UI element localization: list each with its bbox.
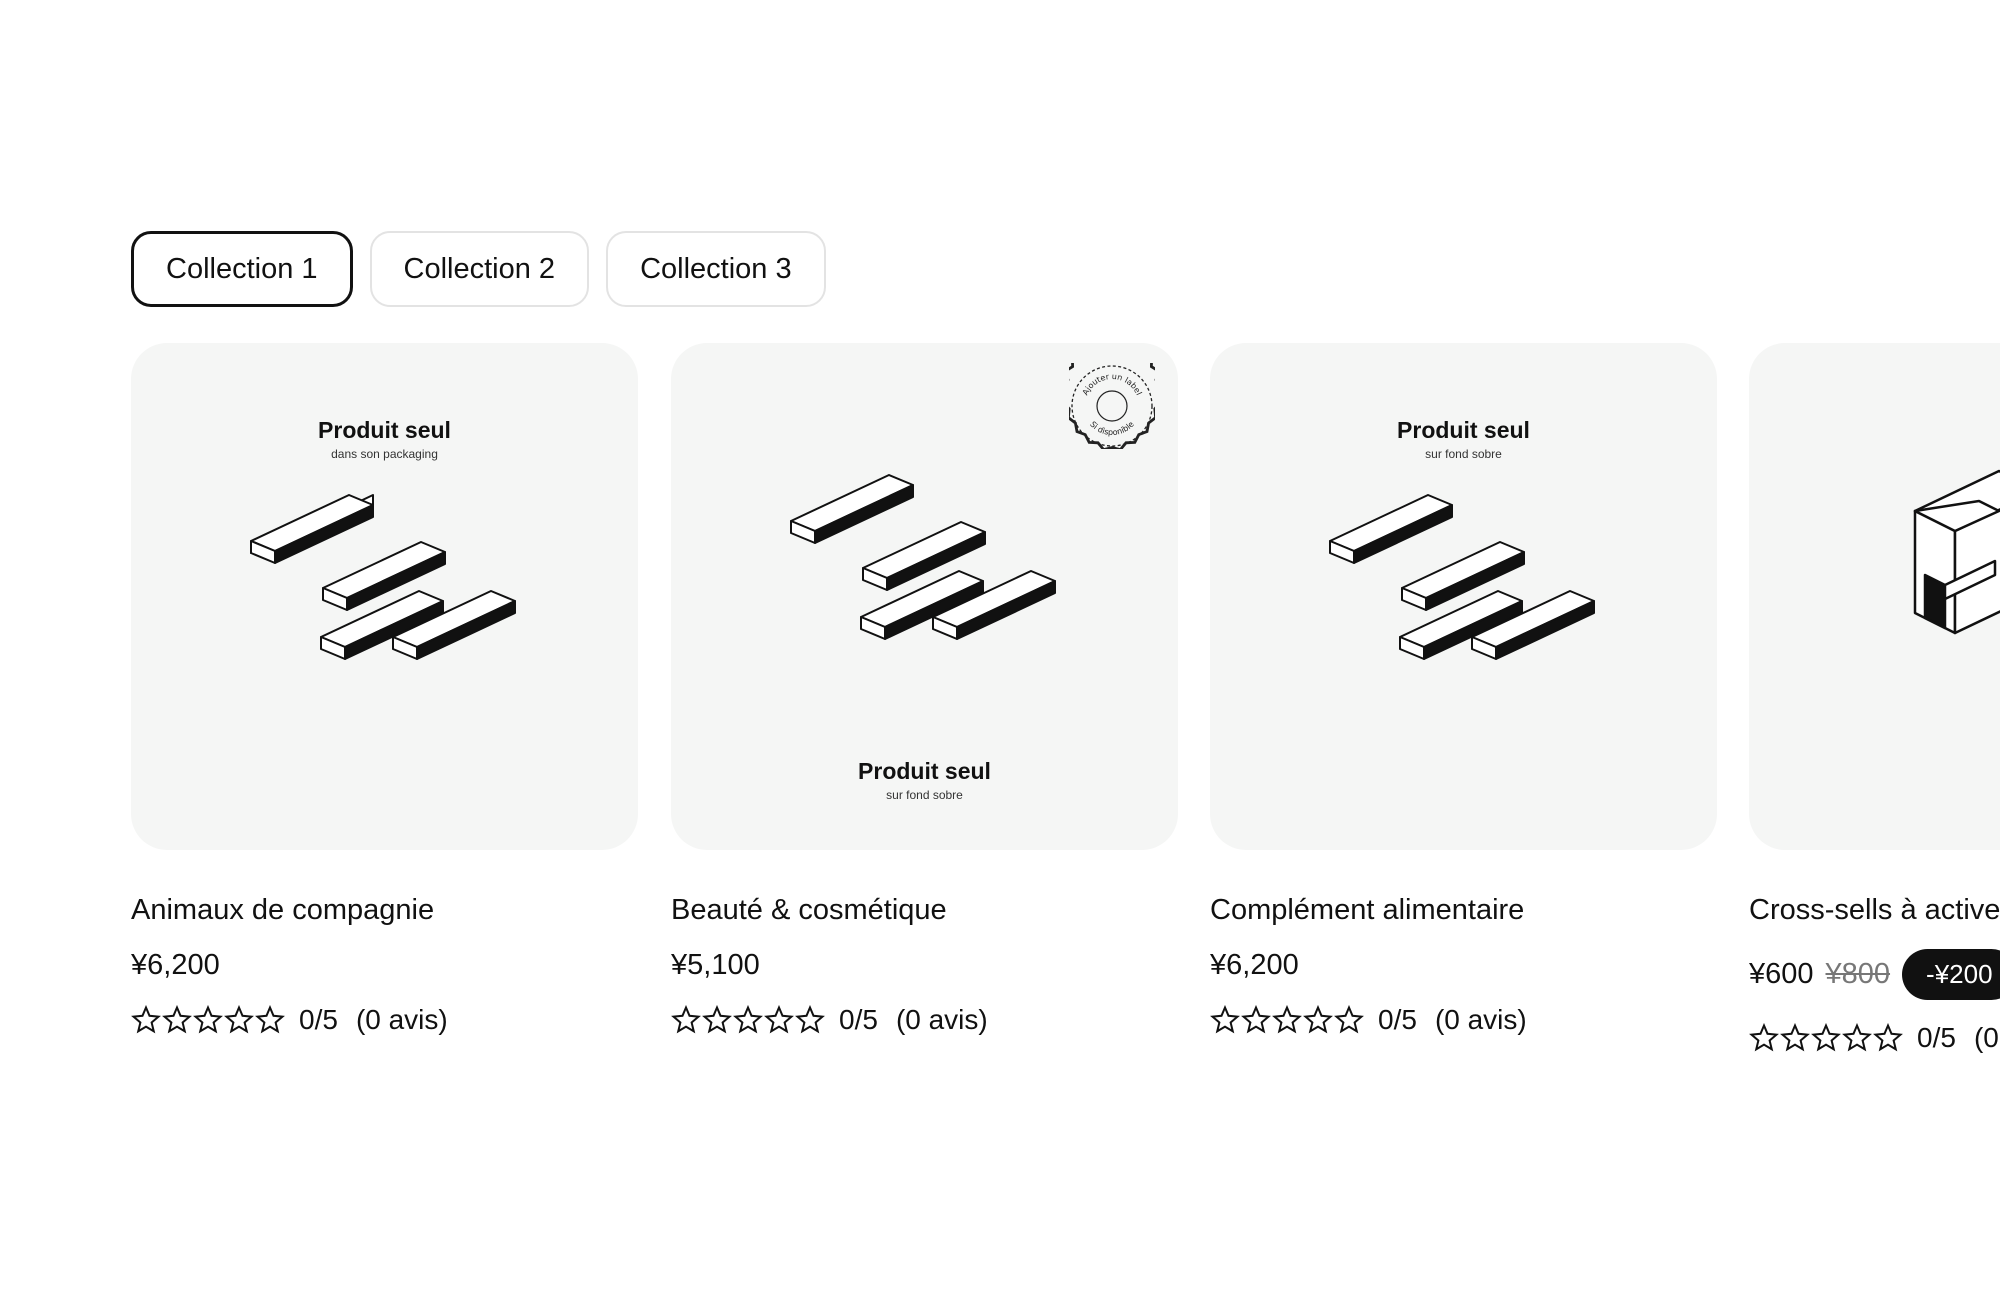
review-count: (0 avis)	[355, 1004, 448, 1035]
price-row: ¥600 ¥800 -¥200	[1749, 949, 2000, 1000]
product-card-animaux[interactable]: Produit seul dans son packaging Animaux …	[131, 343, 638, 1036]
discount-badge: -¥200	[1902, 949, 2000, 1000]
star-outline-icon	[1749, 1023, 1779, 1052]
rating-value: 0/5	[839, 1004, 878, 1035]
rating-stars	[1749, 1023, 1903, 1053]
product-image[interactable]: Produit seul sur fond sobre	[1210, 343, 1717, 850]
product-price: ¥6,200	[1210, 949, 1299, 981]
star-outline-icon	[795, 1005, 825, 1034]
product-collection-section: Collection 1 Collection 2 Collection 3 P…	[0, 0, 2000, 1300]
star-outline-icon	[1780, 1023, 1810, 1052]
product-title[interactable]: Animaux de compagnie	[131, 894, 638, 927]
product-card-complement[interactable]: Produit seul sur fond sobre Complément a…	[1210, 343, 1717, 1036]
star-outline-icon	[1873, 1023, 1903, 1052]
tab-collection-2[interactable]: Collection 2	[369, 231, 590, 307]
star-outline-icon	[255, 1005, 285, 1034]
product-price: ¥5,100	[671, 949, 760, 981]
price-row: ¥6,200	[131, 949, 638, 982]
price-row: ¥6,200	[1210, 949, 1717, 982]
product-bars-illustration	[1329, 494, 1595, 660]
tab-collection-1[interactable]: Collection 1	[131, 231, 353, 307]
review-count: (0 avis)	[895, 1004, 988, 1035]
product-card-beaute[interactable]: Ajouter un label Si disponible Produit s…	[671, 343, 1178, 1036]
product-sale-price: ¥600	[1749, 958, 1814, 990]
product-title[interactable]: Complément alimentaire	[1210, 894, 1717, 927]
rating-value: 0/5	[299, 1004, 338, 1035]
review-count: (0 avis)	[1434, 1004, 1527, 1035]
star-outline-icon	[702, 1005, 732, 1034]
rating-row: 0/5 (0 avis)	[1749, 1022, 2000, 1054]
image-caption-title: Produit seul	[858, 758, 991, 784]
price-row: ¥5,100	[671, 949, 1178, 982]
review-count: (0 avis)	[1973, 1022, 2000, 1053]
product-title[interactable]: Beauté & cosmétique	[671, 894, 1178, 927]
product-price: ¥6,200	[131, 949, 220, 981]
product-box-illustration	[1913, 469, 2000, 635]
star-outline-icon	[1303, 1005, 1333, 1034]
star-outline-icon	[671, 1005, 701, 1034]
tab-collection-3[interactable]: Collection 3	[606, 231, 826, 307]
collection-tabs: Collection 1 Collection 2 Collection 3	[131, 231, 826, 307]
star-outline-icon	[1241, 1005, 1271, 1034]
rating-value: 0/5	[1378, 1004, 1417, 1035]
product-compare-price: ¥800	[1825, 958, 1891, 990]
star-outline-icon	[224, 1005, 254, 1034]
product-card-cross-sells[interactable]: Cross-sells à activer ¥600 ¥800 -¥200 0/…	[1749, 343, 2000, 1054]
star-outline-icon	[131, 1005, 161, 1034]
rating-stars	[131, 1005, 285, 1035]
rating-stars	[671, 1005, 825, 1035]
image-caption-subtitle: sur fond sobre	[886, 788, 963, 802]
star-outline-icon	[764, 1005, 794, 1034]
rating-row: 0/5 (0 avis)	[131, 1004, 638, 1036]
product-image[interactable]: Produit seul dans son packaging	[131, 343, 638, 850]
product-carousel: Produit seul dans son packaging Animaux …	[131, 343, 2000, 1063]
rating-row: 0/5 (0 avis)	[1210, 1004, 1717, 1036]
product-bars-illustration	[250, 494, 516, 660]
product-image[interactable]	[1749, 343, 2000, 850]
rating-stars	[1210, 1005, 1364, 1035]
star-outline-icon	[1210, 1005, 1240, 1034]
star-outline-icon	[162, 1005, 192, 1034]
star-outline-icon	[1842, 1023, 1872, 1052]
star-outline-icon	[193, 1005, 223, 1034]
product-image[interactable]: Ajouter un label Si disponible Produit s…	[671, 343, 1178, 850]
star-outline-icon	[1811, 1023, 1841, 1052]
star-outline-icon	[733, 1005, 763, 1034]
star-outline-icon	[1334, 1005, 1364, 1034]
star-outline-icon	[1272, 1005, 1302, 1034]
image-caption: Produit seul sur fond sobre	[671, 758, 1178, 802]
rating-row: 0/5 (0 avis)	[671, 1004, 1178, 1036]
rating-value: 0/5	[1917, 1022, 1956, 1053]
product-title[interactable]: Cross-sells à activer	[1749, 894, 2000, 927]
